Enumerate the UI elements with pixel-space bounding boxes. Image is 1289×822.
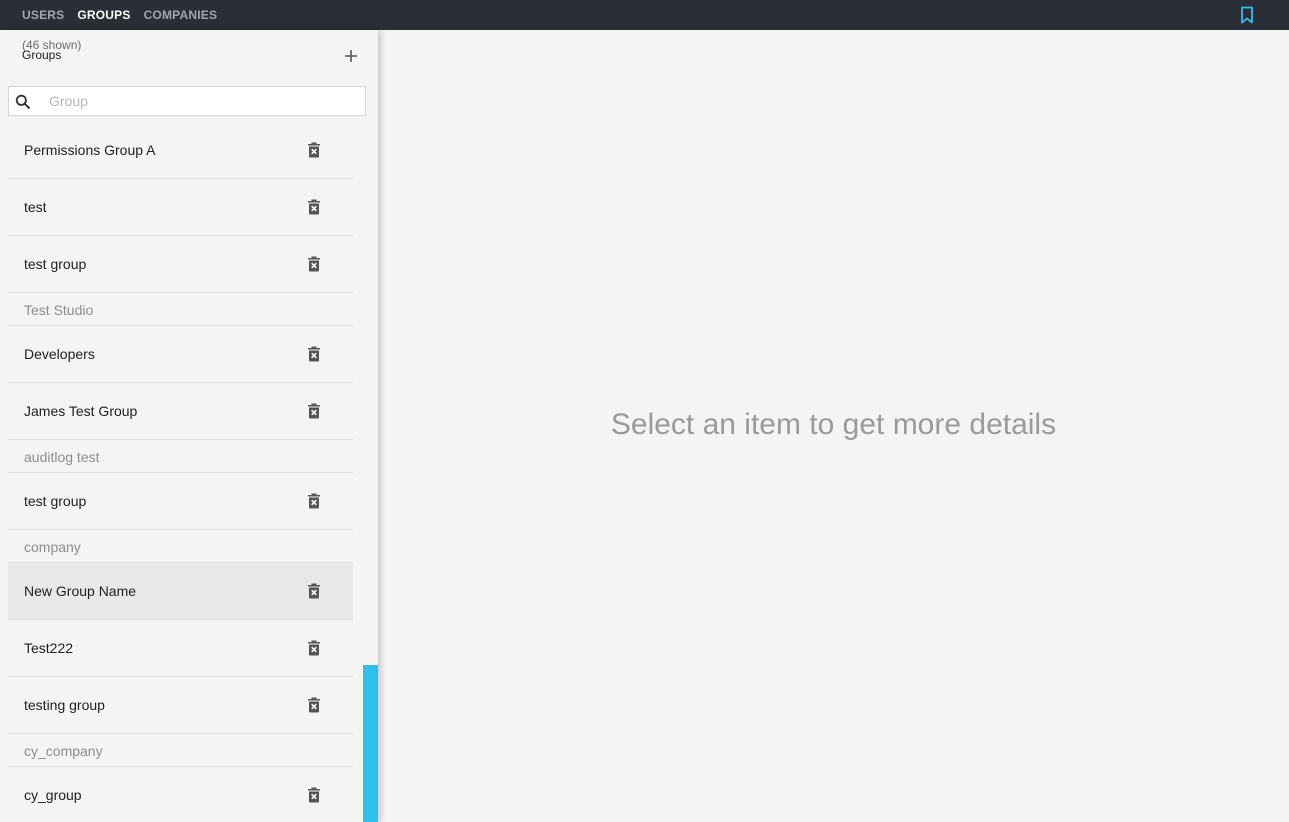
- trash-icon[interactable]: [307, 787, 321, 803]
- list-item[interactable]: testing group: [8, 677, 353, 734]
- company-subheader: Test Studio: [8, 293, 353, 326]
- tab-groups[interactable]: GROUPS: [77, 8, 130, 22]
- company-name: auditlog test: [24, 449, 100, 465]
- list-item[interactable]: test: [8, 179, 353, 236]
- company-subheader: auditlog test: [8, 440, 353, 473]
- list-item[interactable]: test group: [8, 236, 353, 293]
- list-item[interactable]: cy_group: [8, 767, 353, 822]
- group-name: test group: [24, 256, 87, 272]
- group-name: Test222: [24, 640, 74, 656]
- trash-icon[interactable]: [307, 403, 321, 419]
- list-item[interactable]: Developers: [8, 326, 353, 383]
- list-item[interactable]: Test222: [8, 620, 353, 677]
- trash-icon[interactable]: [307, 697, 321, 713]
- trash-icon[interactable]: [307, 199, 321, 215]
- company-name: company: [24, 539, 81, 555]
- list-item[interactable]: James Test Group: [8, 383, 353, 440]
- trash-icon[interactable]: [307, 583, 321, 599]
- tab-companies[interactable]: COMPANIES: [144, 8, 218, 22]
- search-field: [8, 86, 366, 116]
- top-nav-bar: USERS GROUPS COMPANIES: [0, 0, 1289, 30]
- search-icon: [15, 94, 31, 110]
- group-name: Permissions Group A: [24, 142, 156, 158]
- groups-list: Permissions Group A test test group Test…: [8, 122, 353, 822]
- group-name: cy_group: [24, 787, 82, 803]
- list-item[interactable]: test group: [8, 473, 353, 530]
- trash-icon[interactable]: [307, 493, 321, 509]
- empty-state-message: Select an item to get more details: [610, 408, 1057, 441]
- group-name: test group: [24, 493, 87, 509]
- company-name: Test Studio: [24, 302, 94, 318]
- plus-icon[interactable]: [342, 47, 360, 65]
- sidebar-title: Groups: [22, 48, 62, 62]
- group-name: Developers: [24, 346, 95, 362]
- tab-users[interactable]: USERS: [22, 8, 64, 22]
- trash-icon[interactable]: [307, 256, 321, 272]
- trash-icon[interactable]: [307, 142, 321, 158]
- sidebar-header: (46 shown) Groups: [0, 30, 378, 80]
- group-name: James Test Group: [24, 403, 138, 419]
- search-input[interactable]: [45, 87, 363, 115]
- groups-sidebar: (46 shown) Groups Permissions Group A te…: [0, 30, 378, 822]
- company-name: cy_company: [24, 743, 103, 759]
- trash-icon[interactable]: [307, 346, 321, 362]
- trash-icon[interactable]: [307, 640, 321, 656]
- company-subheader: cy_company: [8, 734, 353, 767]
- list-item-selected[interactable]: New Group Name: [8, 563, 353, 620]
- company-subheader: company: [8, 530, 353, 563]
- list-item[interactable]: Permissions Group A: [8, 122, 353, 179]
- group-name: test: [24, 199, 47, 215]
- bookmark-icon[interactable]: [1239, 6, 1255, 24]
- nav-tabs: USERS GROUPS COMPANIES: [22, 8, 230, 22]
- group-name: testing group: [24, 697, 105, 713]
- group-name: New Group Name: [24, 583, 137, 599]
- scrollbar-thumb[interactable]: [363, 665, 378, 822]
